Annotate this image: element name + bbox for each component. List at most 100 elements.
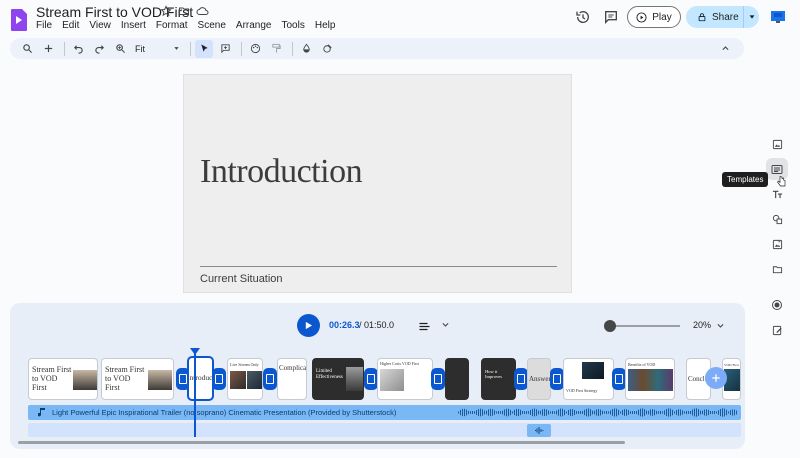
scene-clip-text: Live Stream Only (230, 362, 259, 367)
menu-tools[interactable]: Tools (281, 20, 304, 31)
timeline-play-button[interactable] (297, 314, 320, 337)
transition-button[interactable] (263, 368, 277, 390)
image-icon[interactable] (766, 233, 788, 255)
add-icon[interactable] (39, 40, 57, 58)
redo-icon[interactable] (90, 40, 108, 58)
share-button[interactable]: Share (686, 6, 759, 28)
scene-clip[interactable]: How it Improves (481, 358, 516, 400)
cloud-status-icon[interactable] (196, 5, 209, 17)
slide-canvas[interactable]: Introduction Current Situation (183, 74, 572, 293)
scene-clip[interactable]: Limited Effectiveness (312, 358, 364, 400)
menu-view[interactable]: View (89, 20, 111, 31)
scene-clip[interactable]: Benefits of VOD (625, 358, 675, 400)
menu-arrange[interactable]: Arrange (236, 20, 272, 31)
collapse-icon[interactable] (716, 40, 734, 58)
menu-file[interactable]: File (36, 20, 52, 31)
shapes-icon[interactable] (766, 208, 788, 230)
toolbar-divider (241, 41, 242, 56)
fill-color-icon[interactable] (297, 40, 315, 58)
account-avatar-icon[interactable] (771, 9, 785, 23)
toolbar-divider (190, 41, 191, 56)
star-icon[interactable] (160, 5, 172, 17)
paint-format-icon[interactable] (246, 40, 264, 58)
menu-edit[interactable]: Edit (62, 20, 79, 31)
zoom-icon[interactable] (111, 40, 129, 58)
media-icon[interactable] (766, 133, 788, 155)
timeline-zoom-value: 20% (693, 320, 712, 330)
undo-icon[interactable] (69, 40, 87, 58)
comment-icon[interactable] (216, 40, 234, 58)
transition-button[interactable] (212, 368, 226, 390)
scene-clip[interactable]: Higher Costs VOD First (377, 358, 433, 400)
chevron-down-icon (717, 323, 724, 328)
scene-clip[interactable]: Stream First to VOD First (28, 358, 98, 400)
version-history-icon[interactable] (575, 9, 591, 25)
audio-adjust-button[interactable] (527, 424, 551, 437)
select-icon[interactable] (195, 39, 213, 58)
current-time: 00:26.3 (329, 320, 360, 330)
scene-clip-text: Introduction (187, 373, 214, 382)
timeline-zoom-slider[interactable] (605, 325, 680, 327)
timeline-zoom-handle[interactable] (604, 320, 616, 332)
comments-icon[interactable] (603, 9, 619, 25)
toolbar-divider (292, 41, 293, 56)
move-to-folder-icon[interactable] (178, 5, 190, 17)
edit-icon[interactable] (766, 319, 788, 341)
timeline-view-icon[interactable] (413, 317, 435, 335)
mouse-cursor-icon (777, 176, 786, 187)
scene-clip-selected[interactable]: Introduction (187, 356, 214, 401)
timeline-scrollbar[interactable] (18, 441, 625, 444)
share-main[interactable]: Share (686, 6, 744, 28)
folder-icon[interactable] (766, 258, 788, 280)
transition-button[interactable] (612, 368, 626, 390)
scene-clip-text: Limited Effectiveness (316, 369, 343, 380)
slide-title[interactable]: Introduction (200, 153, 363, 191)
zoom-select[interactable]: Fit (132, 44, 180, 54)
menu-scene[interactable]: Scene (198, 20, 226, 31)
scene-clip-text: Benefits of VOD (628, 362, 656, 367)
timeline-view-dropdown[interactable] (441, 320, 450, 329)
play-button[interactable]: Play (627, 6, 681, 28)
scene-clip[interactable]: Live Stream Only (227, 358, 263, 400)
border-color-icon[interactable] (318, 40, 336, 58)
google-vids-logo[interactable] (10, 8, 28, 32)
play-icon (305, 321, 313, 330)
scene-clip[interactable] (445, 358, 469, 400)
scene-clip-text: Complicated (279, 364, 307, 372)
search-icon[interactable] (18, 40, 36, 58)
transition-button[interactable] (514, 368, 528, 390)
scene-clip[interactable]: Complicated (277, 358, 307, 400)
add-scene-button[interactable] (705, 367, 727, 389)
menu-format[interactable]: Format (156, 20, 188, 31)
presenter-thumbnail (73, 370, 97, 390)
slide-divider-line[interactable] (200, 266, 557, 267)
transition-button[interactable] (550, 368, 564, 390)
audio-track-label: Light Powerful Epic Inspirational Traile… (52, 408, 397, 417)
scene-clip[interactable]: Stream First to VOD First (101, 358, 174, 400)
playhead[interactable] (194, 352, 196, 437)
image-thumbnail (582, 362, 604, 379)
music-note-icon (38, 407, 46, 418)
audio-lane[interactable] (28, 423, 741, 437)
scene-clip[interactable]: Answer (527, 358, 551, 400)
caret-down-icon (749, 15, 754, 19)
format-painter-icon[interactable] (267, 40, 285, 58)
share-dropdown[interactable] (744, 13, 759, 21)
transition-button[interactable] (364, 368, 378, 390)
menu-insert[interactable]: Insert (121, 20, 146, 31)
timeline-zoom-dropdown[interactable] (716, 321, 725, 330)
playhead-handle[interactable] (190, 348, 200, 355)
title-icons (160, 5, 209, 17)
scene-clip-text: Higher Costs VOD First (380, 361, 419, 366)
menu-help[interactable]: Help (315, 20, 336, 31)
scene-clip[interactable]: VOD First Strategy (563, 358, 614, 400)
audio-track[interactable]: Light Powerful Epic Inspirational Traile… (28, 405, 741, 420)
image-thumbnail (230, 371, 246, 389)
image-thumbnail (628, 369, 673, 391)
templates-tooltip: Templates (722, 172, 769, 187)
scene-clip-text: Answer (529, 375, 551, 383)
slide-subtitle[interactable]: Current Situation (200, 273, 283, 285)
play-circle-icon (636, 11, 647, 23)
record-icon[interactable] (766, 294, 788, 316)
transition-button[interactable] (431, 368, 445, 390)
